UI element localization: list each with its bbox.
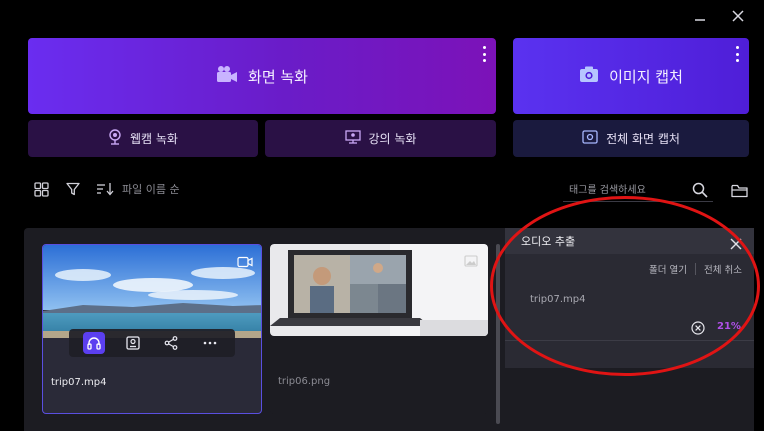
lecture-record-button[interactable]: 강의 녹화 <box>265 120 496 157</box>
contact-card-icon[interactable] <box>122 332 144 354</box>
search-icon[interactable] <box>692 182 710 200</box>
divider <box>695 263 697 275</box>
screen-record-button[interactable]: 화면 녹화 <box>28 38 496 114</box>
image-thumbnail <box>270 244 488 336</box>
file-name: trip07.mp4 <box>51 377 107 388</box>
headphones-icon[interactable] <box>83 332 106 354</box>
webcam-record-button[interactable]: 웹캠 녹화 <box>28 120 258 157</box>
close-icon[interactable] <box>730 8 746 24</box>
gallery-scrollbar[interactable] <box>496 244 500 424</box>
fullscreen-capture-label: 전체 화면 캡처 <box>606 132 680 146</box>
window-controls <box>692 8 746 24</box>
sort-label[interactable]: 파일 이름 순 <box>122 181 180 197</box>
tag-search-input[interactable] <box>563 179 683 202</box>
file-toolbar: 파일 이름 순 <box>32 180 180 198</box>
fullscreen-capture-button[interactable]: 전체 화면 캡처 <box>513 120 749 157</box>
cancel-all-link[interactable]: 전체 취소 <box>704 262 742 276</box>
open-folder-link[interactable]: 폴더 열기 <box>649 262 687 276</box>
file-card[interactable]: trip07.mp4 <box>42 244 262 414</box>
webcam-record-label: 웹캠 녹화 <box>130 132 178 146</box>
file-name: trip06.png <box>278 376 331 387</box>
grid-view-icon[interactable] <box>32 180 50 198</box>
file-action-bar <box>69 329 235 357</box>
job-file-name: trip07.mp4 <box>530 294 586 305</box>
lecture-record-label: 강의 녹화 <box>368 132 417 146</box>
panel-actions: 폴더 열기 전체 취소 <box>505 254 754 276</box>
job-progress: 21% <box>717 321 741 332</box>
video-camera-icon <box>216 65 238 87</box>
image-capture-more-icon[interactable] <box>734 46 740 62</box>
video-type-icon <box>237 253 253 268</box>
panel-title: 오디오 추출 <box>521 235 576 248</box>
screen-record-label: 화면 녹화 <box>248 67 308 86</box>
sort-icon[interactable] <box>96 180 114 198</box>
filter-icon[interactable] <box>64 180 82 198</box>
panel-header: 오디오 추출 <box>505 228 754 254</box>
presentation-icon <box>344 129 361 148</box>
image-capture-button[interactable]: 이미지 캡처 <box>513 38 749 114</box>
file-card[interactable]: trip06.png <box>270 244 488 414</box>
tag-search <box>563 178 713 202</box>
more-options-icon[interactable] <box>199 332 221 354</box>
screen-capture-icon <box>582 129 598 148</box>
divider <box>505 340 754 341</box>
close-icon[interactable] <box>730 235 742 250</box>
audio-extraction-panel: 오디오 추출 폴더 열기 전체 취소 trip07.mp4 21% <box>505 228 754 368</box>
minimize-icon[interactable] <box>692 8 708 24</box>
share-icon[interactable] <box>160 332 182 354</box>
image-capture-label: 이미지 캡처 <box>609 67 683 86</box>
webcam-icon <box>108 128 122 149</box>
camera-icon <box>579 66 599 87</box>
cancel-job-icon[interactable] <box>691 320 705 335</box>
folder-icon[interactable] <box>731 183 749 199</box>
screen-record-more-icon[interactable] <box>481 46 487 62</box>
video-thumbnail <box>43 245 261 338</box>
image-type-icon <box>464 252 480 267</box>
